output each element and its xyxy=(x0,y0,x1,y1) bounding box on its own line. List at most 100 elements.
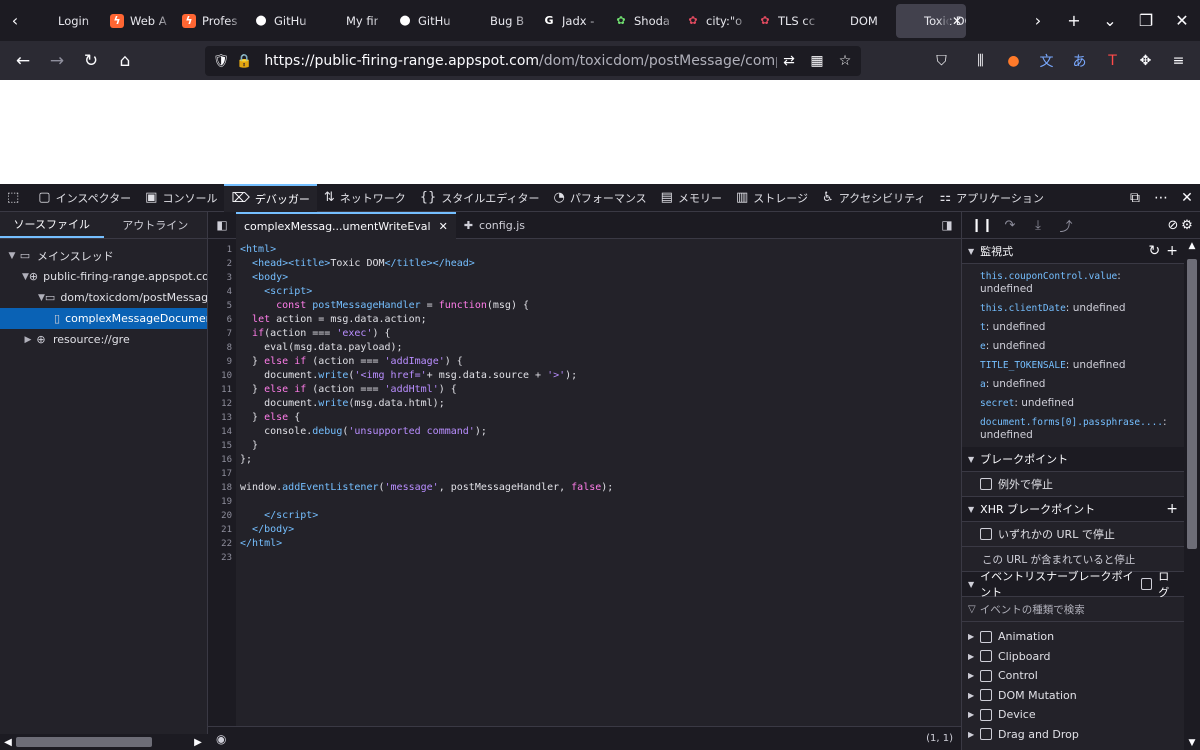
event-filter-row[interactable]: ▽ イベントの種類で検索 xyxy=(962,597,1184,622)
list-all-tabs-button[interactable]: ⌄ xyxy=(1092,11,1128,30)
code-lines[interactable]: <html> <head><title>Toxic DOM</title></h… xyxy=(236,239,613,726)
line-number[interactable]: 6 xyxy=(208,313,236,327)
settings-gear-icon[interactable]: ⚙ xyxy=(1180,218,1194,233)
extensions-icon[interactable]: ✥ xyxy=(1129,53,1162,69)
line-number[interactable]: 5 xyxy=(208,299,236,313)
source-tree-item[interactable]: ▶ ⊕ resource://gre xyxy=(0,329,207,350)
line-number[interactable]: 23 xyxy=(208,551,236,565)
browser-tab[interactable]: Toxic DO✕ xyxy=(896,3,966,38)
scroll-down-arrow[interactable]: ▼ xyxy=(1184,738,1200,748)
watch-item[interactable]: TITLE_TOKENSALE: undefined xyxy=(980,356,1184,375)
toggle-sources-icon[interactable]: ◧ xyxy=(208,218,236,232)
scroll-right-arrow[interactable]: ▶ xyxy=(190,737,206,748)
scrollbar-thumb[interactable] xyxy=(16,737,152,747)
chevron-right-icon[interactable]: ▶ xyxy=(968,632,980,641)
watch-item[interactable]: t: undefined xyxy=(980,318,1184,337)
refresh-icon[interactable]: ↻ xyxy=(1149,243,1161,259)
watch-item[interactable]: a: undefined xyxy=(980,375,1184,394)
reload-button[interactable]: ↻ xyxy=(74,45,108,77)
line-number[interactable]: 1 xyxy=(208,243,236,257)
browser-tab[interactable]: ϟ Profes xyxy=(174,0,246,41)
dock-toggle-icon[interactable]: ⧉ xyxy=(1122,190,1148,206)
event-category-row[interactable]: ▶ Animation xyxy=(962,627,1184,647)
event-listener-breakpoints-header[interactable]: ▼ イベントリスナーブレークポイント ログ xyxy=(962,570,1184,599)
chevron-right-icon[interactable]: ▶ xyxy=(968,652,980,661)
event-category-row[interactable]: ▶ Drag and Drop xyxy=(962,725,1184,745)
line-number[interactable]: 8 xyxy=(208,341,236,355)
foxyproxy-icon[interactable]: ● xyxy=(997,53,1030,69)
chevron-right-icon[interactable]: ▶ xyxy=(968,691,980,700)
line-number[interactable]: 9 xyxy=(208,355,236,369)
line-number[interactable]: 7 xyxy=(208,327,236,341)
restore-window-button[interactable]: ❐ xyxy=(1128,11,1164,30)
line-number[interactable]: 10 xyxy=(208,369,236,383)
line-number[interactable]: 17 xyxy=(208,467,236,481)
browser-tab[interactable]: ✿ TLS cc xyxy=(750,0,822,41)
log-checkbox[interactable] xyxy=(1141,578,1153,590)
browser-tab[interactable]: ϟ Web A xyxy=(102,0,174,41)
menu-icon[interactable]: ≡ xyxy=(1162,53,1195,69)
watch-item[interactable]: secret: undefined xyxy=(980,394,1184,413)
xhr-breakpoints-header[interactable]: ▼ XHR ブレークポイント + xyxy=(962,497,1184,522)
event-filter-input[interactable]: イベントの種類で検索 xyxy=(980,602,1085,617)
tab-outline[interactable]: アウトライン xyxy=(104,212,208,238)
line-number[interactable]: 19 xyxy=(208,495,236,509)
browser-tab[interactable]: G Jadx - xyxy=(534,0,606,41)
breakpoints-header[interactable]: ▼ ブレークポイント xyxy=(962,447,1184,472)
tab-sources[interactable]: ソースファイル xyxy=(0,212,104,238)
right-pane-scrollbar[interactable]: ▲ ▼ xyxy=(1184,239,1200,750)
xhr-any-checkbox[interactable] xyxy=(980,528,992,540)
lock-icon[interactable]: 🔒 xyxy=(233,54,257,69)
event-checkbox[interactable] xyxy=(980,650,992,663)
event-checkbox[interactable] xyxy=(980,669,992,682)
pause-on-exceptions-row[interactable]: 例外で停止 xyxy=(962,472,1184,497)
line-number[interactable]: 2 xyxy=(208,257,236,271)
devtools-tab[interactable]: ◔ パフォーマンス xyxy=(547,184,654,212)
line-number[interactable]: 21 xyxy=(208,523,236,537)
translator-icon[interactable]: 文 xyxy=(1030,51,1063,71)
translate-icon[interactable]: ⇄ xyxy=(777,53,801,69)
line-number[interactable]: 14 xyxy=(208,425,236,439)
pocket-icon[interactable]: ⛉ xyxy=(925,53,958,69)
line-number[interactable]: 15 xyxy=(208,439,236,453)
devtools-tab[interactable]: ▥ ストレージ xyxy=(729,184,815,212)
line-number[interactable]: 3 xyxy=(208,271,236,285)
toggle-right-pane-icon[interactable]: ◨ xyxy=(933,218,961,232)
source-tree-item[interactable]: ▼ ▭ dom/toxicdom/postMessage xyxy=(0,287,207,308)
eye-icon[interactable]: ◉ xyxy=(216,732,226,746)
devtools-tab[interactable]: ▢ インスペクター xyxy=(31,184,138,212)
line-number[interactable]: 13 xyxy=(208,411,236,425)
line-number[interactable]: 22 xyxy=(208,537,236,551)
watch-item[interactable]: this.clientDate: undefined xyxy=(980,299,1184,318)
scrollbar-thumb[interactable] xyxy=(1187,259,1197,549)
t-extension-icon[interactable]: T xyxy=(1096,53,1129,69)
pause-exceptions-checkbox[interactable] xyxy=(980,478,992,490)
event-checkbox[interactable] xyxy=(980,689,992,702)
line-number[interactable]: 18 xyxy=(208,481,236,495)
devtools-tab[interactable]: ▤ メモリー xyxy=(654,184,729,212)
event-checkbox[interactable] xyxy=(980,630,992,643)
more-options-icon[interactable]: ⋯ xyxy=(1148,190,1174,206)
source-tree-item[interactable]: ▼ ⊕ public-firing-range.appspot.com xyxy=(0,266,207,287)
watch-item[interactable]: e: undefined xyxy=(980,337,1184,356)
browser-tab[interactable]: ● GitHu xyxy=(390,0,462,41)
chevron-right-icon[interactable]: ▶ xyxy=(968,730,980,739)
bookmark-star-icon[interactable]: ☆ xyxy=(833,53,857,69)
scroll-up-arrow[interactable]: ▲ xyxy=(1184,241,1200,251)
line-number[interactable]: 4 xyxy=(208,285,236,299)
element-picker-button[interactable]: ⬚ xyxy=(0,184,31,212)
browser-tab[interactable]: ● GitHu xyxy=(246,0,318,41)
browser-tab[interactable]: DOM xyxy=(822,0,894,41)
deactivate-breakpoints-icon[interactable]: ⊘ xyxy=(1166,218,1180,233)
close-tab-icon[interactable]: ✕ xyxy=(952,14,962,28)
tab-scroll-right-button[interactable]: › xyxy=(1020,11,1056,30)
devtools-tab[interactable]: ▣ コンソール xyxy=(138,184,224,212)
devtools-tab[interactable]: ⇅ ネットワーク xyxy=(317,184,413,212)
watch-item[interactable]: this.couponControl.value: undefined xyxy=(980,267,1184,299)
browser-tab[interactable]: Login xyxy=(30,0,102,41)
event-checkbox[interactable] xyxy=(980,708,992,721)
step-out-icon[interactable]: ⤴ xyxy=(1052,216,1080,235)
browser-tab[interactable]: My fir xyxy=(318,0,390,41)
source-tree-item[interactable]: ▯ complexMessageDocumentWriteEval xyxy=(0,308,207,329)
line-number[interactable]: 12 xyxy=(208,397,236,411)
